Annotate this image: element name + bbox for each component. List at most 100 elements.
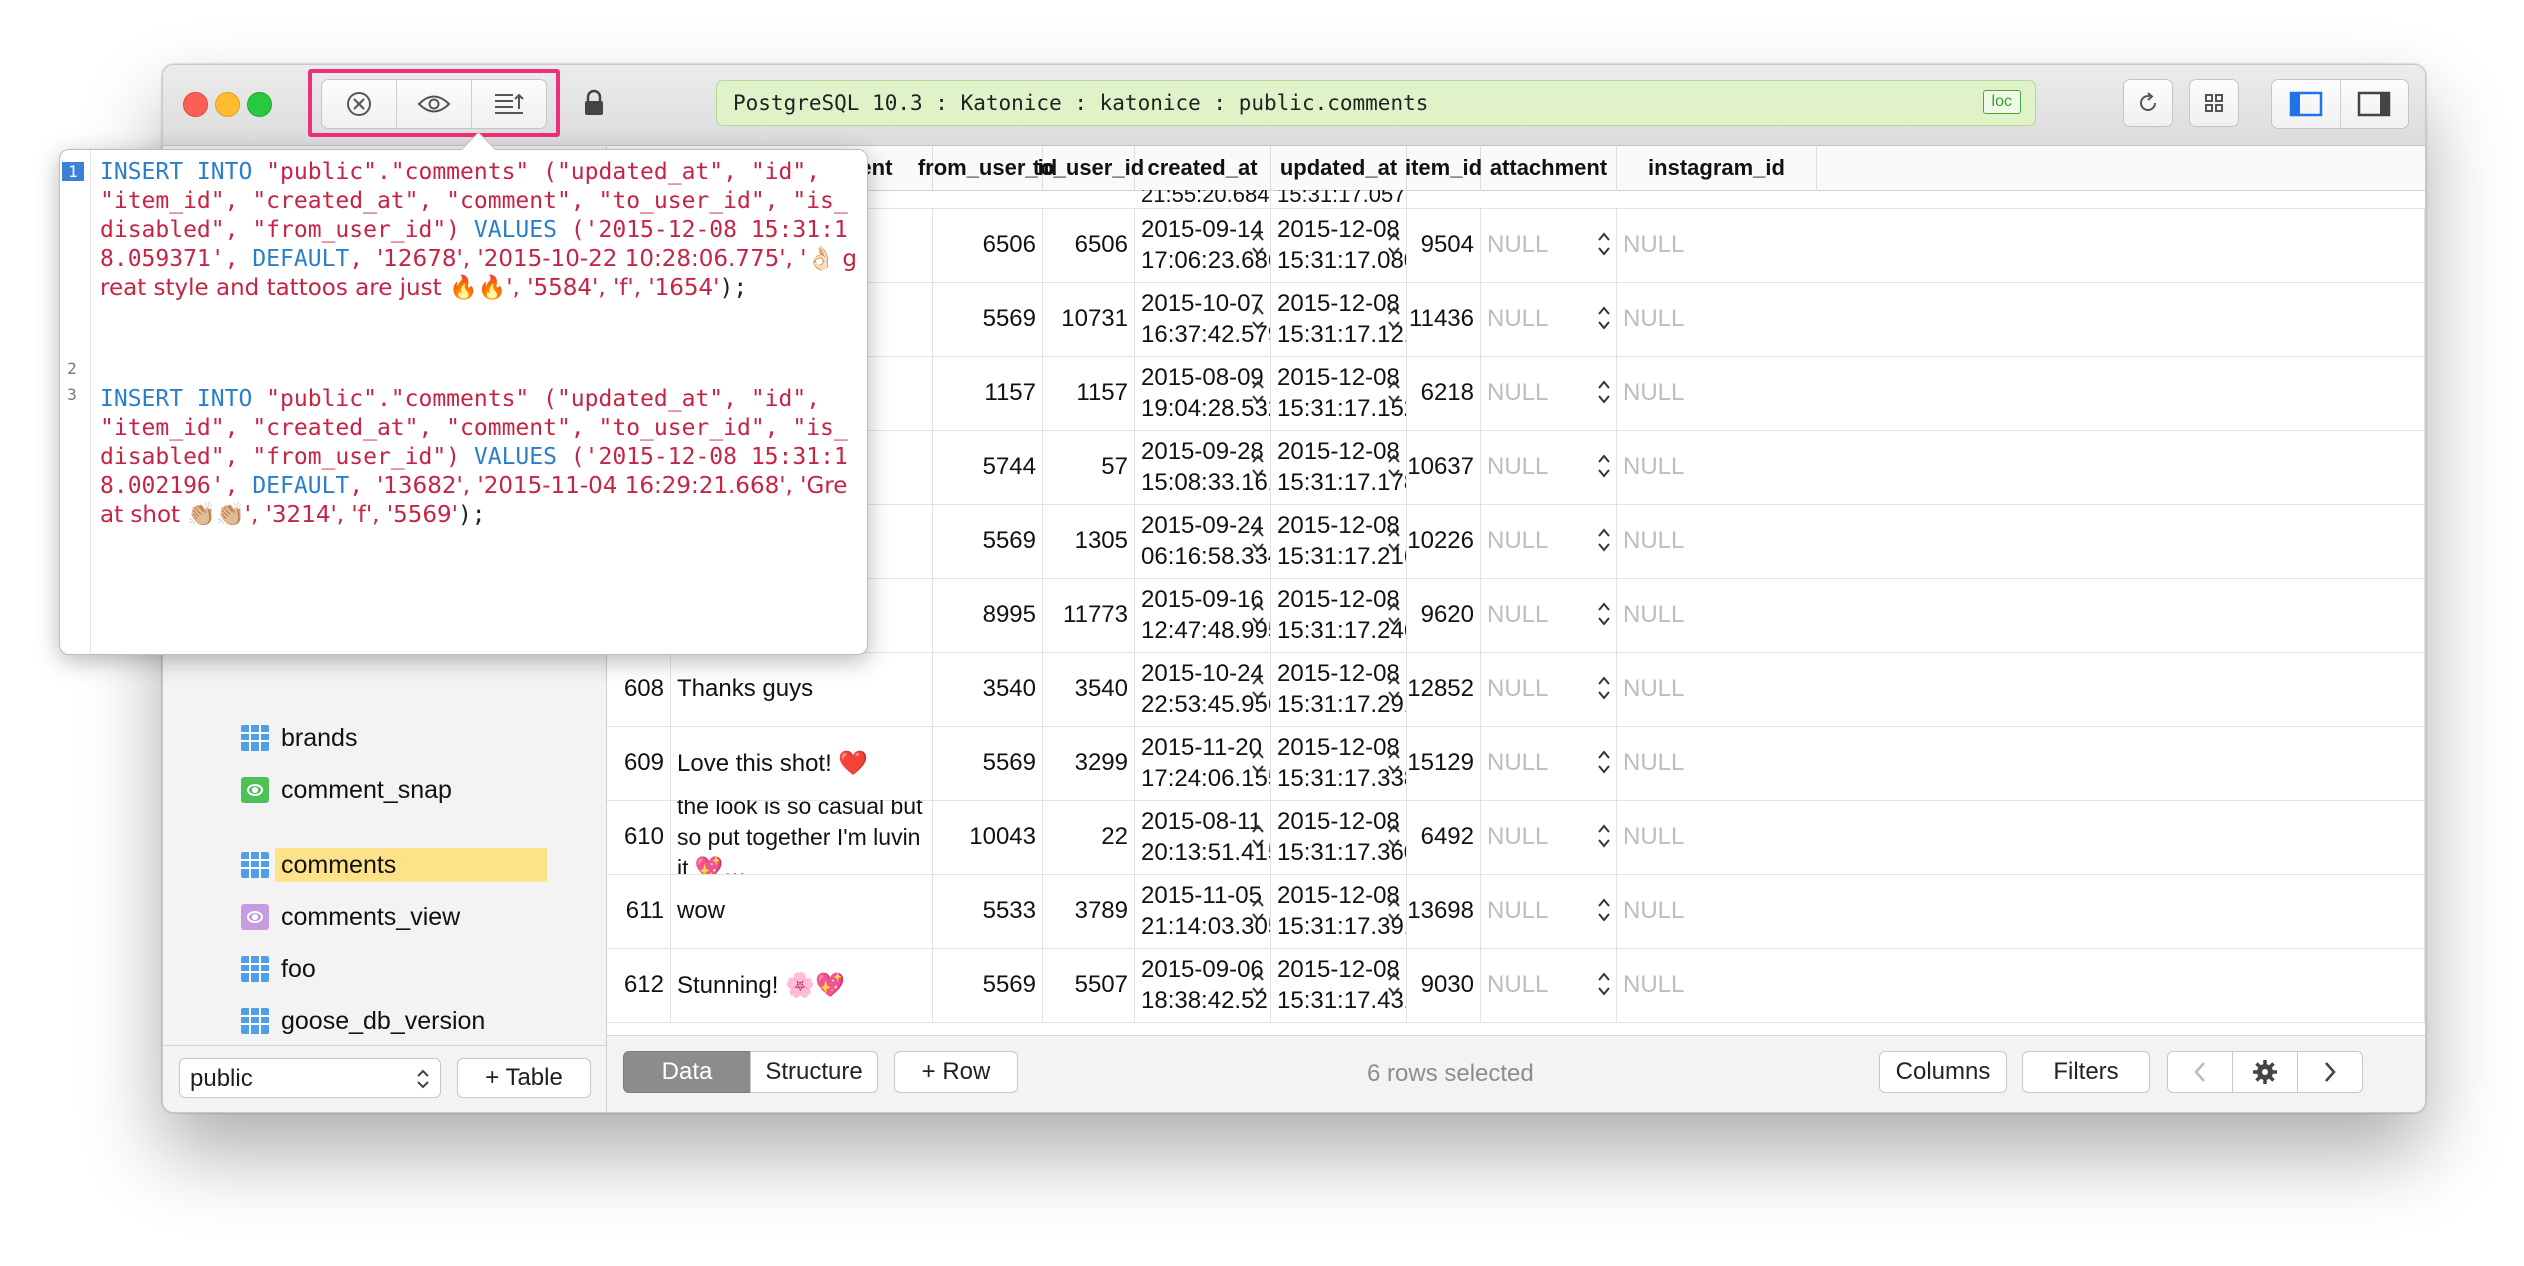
column-header-to-user-id[interactable]: to_user_id [1033,146,1144,190]
cell-updated-at[interactable]: 2015-12-0815:31:17.391202 [1271,874,1407,948]
cell-from-user-id[interactable]: 5533 [933,874,1043,948]
chevron-updown-icon[interactable] [1251,822,1265,850]
cell-instagram-id[interactable]: NULL [1617,800,2425,874]
schema-select[interactable]: public [179,1058,441,1098]
sidebar-item-goose-db-version[interactable]: goose_db_version [241,1003,485,1039]
chevron-updown-icon[interactable] [1251,896,1265,924]
cell-instagram-id[interactable]: NULL [1617,578,2425,652]
cell-to-user-id[interactable]: 11773 [1043,578,1135,652]
cell-created-at[interactable]: 2015-09-06 18:38:42.52 [1135,948,1271,1022]
sidebar-item-comment-snap[interactable]: comment_snap [241,772,452,808]
table-row[interactable]: 610 the look is so casual but so put toge… [607,800,2425,875]
chevron-updown-icon[interactable] [1387,452,1401,480]
sidebar-item-foo[interactable]: foo [241,951,316,987]
cell-to-user-id[interactable]: 10731 [1043,282,1135,356]
cell-id[interactable]: 610 [607,800,671,874]
chevron-updown-icon[interactable] [1251,970,1265,998]
add-row-button[interactable]: + Row [894,1051,1018,1093]
column-header-attachment[interactable]: attachment [1481,146,1617,190]
cell-created-at[interactable]: 2015-09-24 06:16:58.334 [1135,504,1271,578]
cell-created-partial[interactable]: 21:55:20.684 [1135,190,1271,208]
cell-instagram-id[interactable]: NULL [1617,430,2425,504]
cell-id[interactable]: 608 [607,652,671,726]
cell-comment[interactable]: Love this shot! ❤️ [671,726,933,800]
cell-item-id[interactable]: 6492 [1407,800,1481,874]
table-row[interactable]: 611 wow 5533 3789 2015-11-05 21:14:03.305 2015… [607,874,2425,949]
column-header-from-user-id[interactable]: from_user_id [918,146,1057,190]
cell-id[interactable]: 609 [607,726,671,800]
connection-bar[interactable]: PostgreSQL 10.3 : Katonice : katonice : … [716,80,2036,126]
cell-instagram-id[interactable]: NULL [1617,356,2425,430]
table-row[interactable]: ❤️5569107312015-10-0716:37:42.5792015-12… [607,282,2425,357]
cell-attachment[interactable]: NULL [1481,430,1617,504]
cell-attachment[interactable]: NULL [1481,800,1617,874]
cell-to-user-id[interactable]: 3299 [1043,726,1135,800]
add-table-button[interactable]: + Table [457,1058,591,1098]
toggle-right-panel-button[interactable] [2341,80,2409,128]
chevron-updown-icon[interactable] [1597,896,1611,924]
chevron-updown-icon[interactable] [1597,378,1611,406]
cell-attachment[interactable]: NULL [1481,652,1617,726]
cell-attachment[interactable]: NULL [1481,726,1617,800]
chevron-updown-icon[interactable] [1597,600,1611,628]
next-page-button[interactable] [2297,1051,2363,1093]
grid-view-button[interactable] [2189,79,2239,127]
cell-from-user-id[interactable]: 1157 [933,356,1043,430]
cell-attachment[interactable]: NULL [1481,282,1617,356]
cell-to-user-id[interactable]: 22 [1043,800,1135,874]
cell-to-user-id[interactable]: 3540 [1043,652,1135,726]
cell-attachment[interactable]: NULL [1481,948,1617,1022]
chevron-updown-icon[interactable] [1597,452,1611,480]
toggle-left-panel-button[interactable] [2272,80,2341,128]
tab-structure[interactable]: Structure [750,1051,878,1093]
cell-item-id[interactable]: 9030 [1407,948,1481,1022]
chevron-updown-icon[interactable] [1251,452,1265,480]
table-row[interactable]: 612 Stunning! 🌸💖 5569 5507 2015-09-06 18:38:4… [607,948,2425,1023]
cell-item-id[interactable]: 10226 [1407,504,1481,578]
cell-attachment[interactable]: NULL [1481,874,1617,948]
cell-updated-at[interactable]: 2015-12-0815:31:17.152413 [1271,356,1407,430]
cell-to-user-id[interactable]: 3789 [1043,874,1135,948]
reload-button[interactable] [2123,79,2173,127]
chevron-updown-icon[interactable] [1597,748,1611,776]
chevron-updown-icon[interactable] [1387,822,1401,850]
cell-from-user-id[interactable]: 5569 [933,282,1043,356]
cell-item-id[interactable]: 9620 [1407,578,1481,652]
cell-from-user-id[interactable]: 10043 [933,800,1043,874]
cell-from-user-id[interactable]: 5569 [933,726,1043,800]
cell-updated-at[interactable]: 2015-12-0815:31:17.121484 [1271,282,1407,356]
cell-item-id[interactable]: 15129 [1407,726,1481,800]
cell-to-user-id[interactable]: 1305 [1043,504,1135,578]
cell-comment[interactable]: wow [671,874,933,948]
table-row-partial[interactable]: 21:55:20.68415:31:17.057958 [607,190,2425,209]
cell-updated-at[interactable]: 2015-12-0815:31:17.080312 [1271,208,1407,282]
minimize-window-button[interactable] [215,92,240,117]
cell-created-at[interactable]: 2015-11-05 21:14:03.305 [1135,874,1271,948]
cell-created-at[interactable]: 2015-10-07 16:37:42.579 [1135,282,1271,356]
table-row[interactable]: 608 Thanks guys 3540 3540 2015-10-24 22:53:45… [607,652,2425,727]
chevron-updown-icon[interactable] [1597,822,1611,850]
cell-item-id[interactable]: 13698 [1407,874,1481,948]
column-header-updated-at[interactable]: updated_at [1271,146,1407,190]
cell-created-at[interactable]: 2015-08-09 19:04:28.532 [1135,356,1271,430]
cell-item-id[interactable]: 11436 [1407,282,1481,356]
cell-comment[interactable]: the look is so casual but so put togethe… [671,800,933,874]
cell-instagram-id[interactable]: NULL [1617,208,2425,282]
cell-attachment[interactable]: NULL [1481,208,1617,282]
sidebar-item-brands[interactable]: brands [241,720,357,756]
chevron-updown-icon[interactable] [1251,304,1265,332]
table-row[interactable]: beautiful!5744572015-09-2815:08:33.16120… [607,430,2425,505]
sidebar-item-comments-view[interactable]: comments_view [241,899,460,935]
close-window-button[interactable] [183,92,208,117]
cell-instagram-id[interactable]: NULL [1617,282,2425,356]
cell-created-at[interactable]: 2015-10-24 22:53:45.956 [1135,652,1271,726]
column-header-instagram-id[interactable]: instagram_id [1617,146,1817,190]
cell-instagram-id[interactable]: NULL [1617,948,2425,1022]
cell-instagram-id[interactable]: NULL [1617,874,2425,948]
chevron-updown-icon[interactable] [1251,526,1265,554]
table-row[interactable]: h 😊115711572015-08-0919:04:28.5322015-12… [607,356,2425,431]
cell-from-user-id[interactable]: 3540 [933,652,1043,726]
cell-id[interactable]: 612 [607,948,671,1022]
table-row[interactable]: 8995 11773 2015-09-16 12:47:48.995 2015-12-0… [607,578,2425,653]
cell-item-id[interactable]: 12852 [1407,652,1481,726]
